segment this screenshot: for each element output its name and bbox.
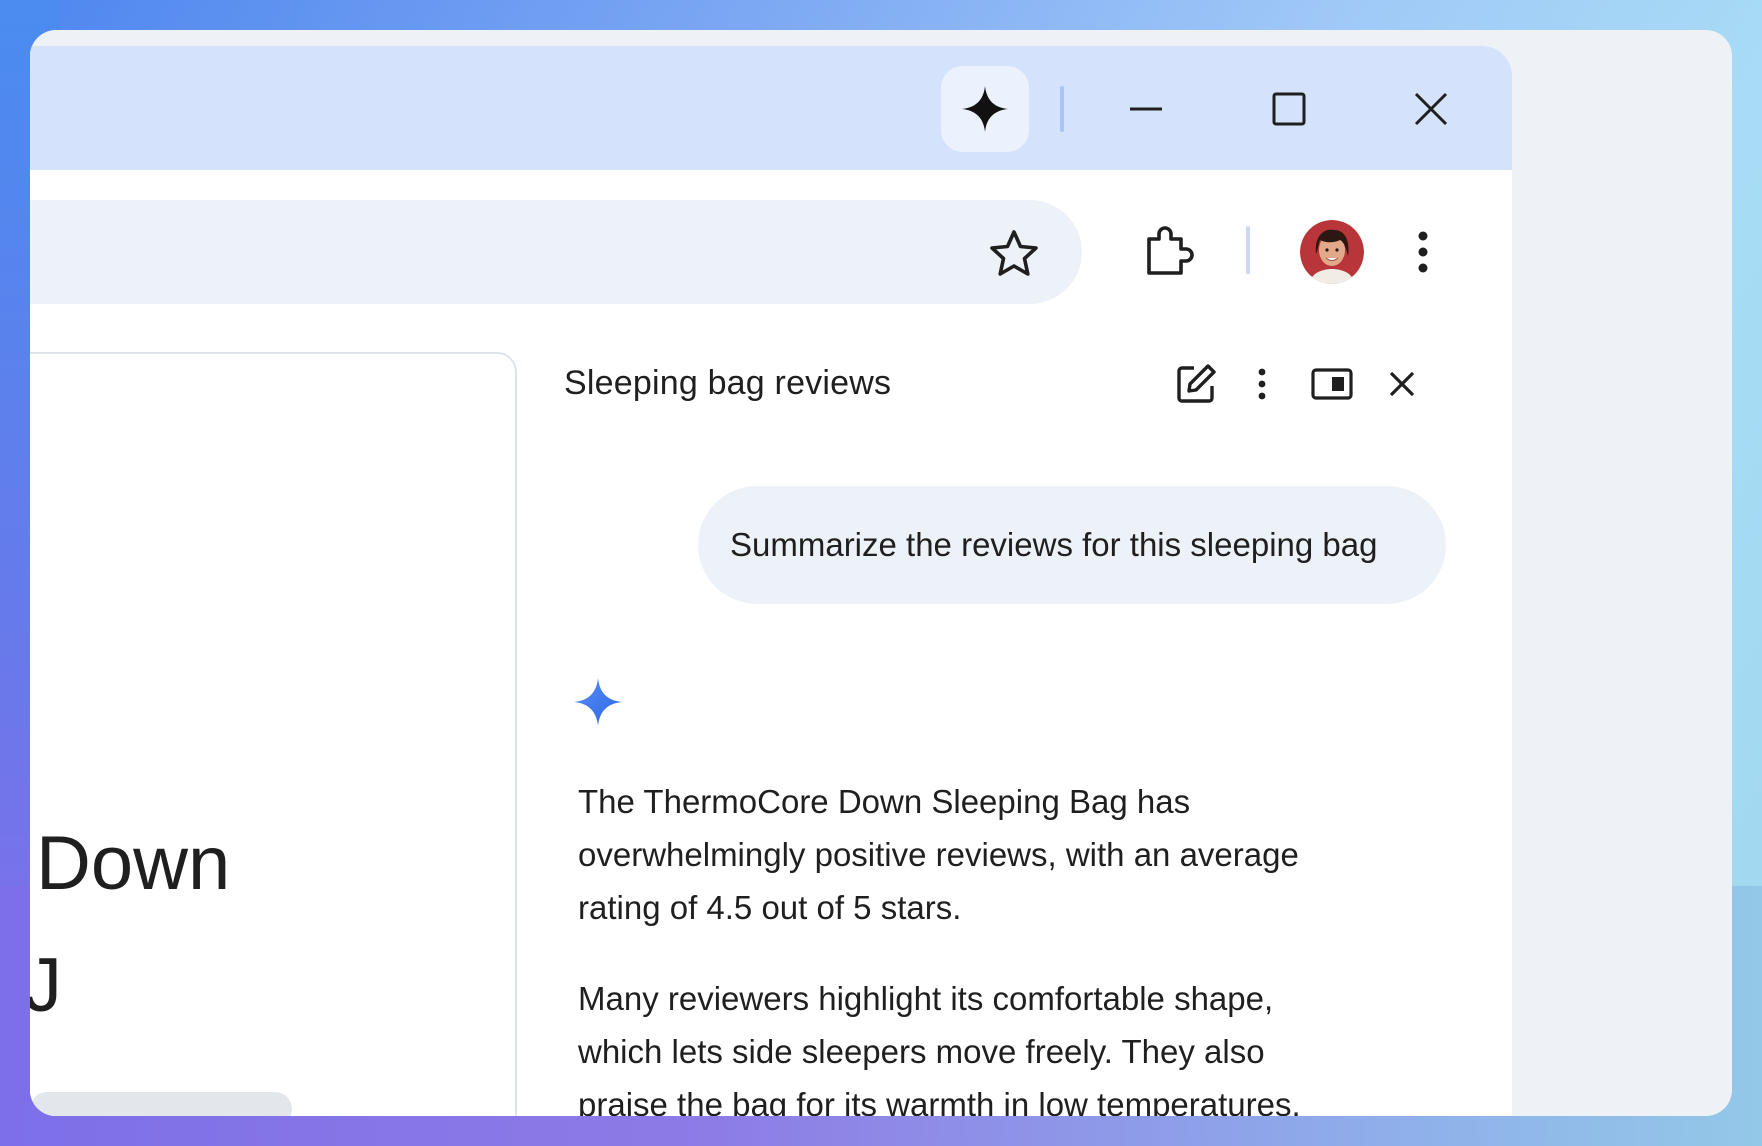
response-paragraph: The ThermoCore Down Sleeping Bag has ove… <box>578 775 1378 934</box>
edit-icon <box>1177 364 1216 403</box>
close-side-panel-button[interactable] <box>1376 358 1428 410</box>
open-in-window-icon <box>1311 368 1353 400</box>
open-in-window-button[interactable] <box>1306 358 1358 410</box>
app-frame: Down J Sleeping bag reviews Summarize th… <box>30 30 1732 1116</box>
user-message-bubble: Summarize the reviews for this sleeping … <box>698 486 1446 604</box>
close-icon <box>1389 371 1415 397</box>
minimize-button[interactable] <box>1119 82 1173 136</box>
response-line: which lets side sleepers move freely. Th… <box>578 1033 1265 1070</box>
avatar[interactable] <box>1300 220 1364 284</box>
toolbar-divider <box>1246 226 1250 274</box>
response-line: rating of 4.5 out of 5 stars. <box>578 889 962 926</box>
maximize-button[interactable] <box>1262 82 1316 136</box>
close-window-button[interactable] <box>1404 82 1458 136</box>
star-icon <box>990 230 1038 276</box>
gemini-button[interactable] <box>941 66 1029 152</box>
close-icon <box>1414 92 1448 126</box>
more-vert-icon <box>1258 368 1266 400</box>
title-bar <box>30 46 1512 170</box>
horizontal-scrollbar[interactable] <box>30 1092 292 1116</box>
response-paragraph: Many reviewers highlight its comfortable… <box>578 972 1378 1116</box>
response-line: praise the bag for its warmth in low tem… <box>578 1086 1301 1116</box>
side-panel-menu-button[interactable] <box>1236 358 1288 410</box>
browser-menu-button[interactable] <box>1408 226 1438 278</box>
side-panel-title: Sleeping bag reviews <box>564 364 892 402</box>
bookmark-button[interactable] <box>986 226 1042 282</box>
minimize-icon <box>1130 107 1162 111</box>
titlebar-divider <box>1060 86 1064 132</box>
new-chat-button[interactable] <box>1170 358 1222 410</box>
user-message-text: Summarize the reviews for this sleeping … <box>730 526 1378 563</box>
response-line: The ThermoCore Down Sleeping Bag has <box>578 783 1191 820</box>
extensions-icon <box>1147 226 1194 275</box>
page-text-fragment: J <box>30 943 62 1028</box>
gemini-sparkle-icon <box>574 678 622 726</box>
gemini-sparkle-icon <box>962 86 1008 132</box>
response-line: Many reviewers highlight its comfortable… <box>578 980 1274 1017</box>
toolbar <box>30 170 1512 314</box>
more-vert-icon <box>1418 231 1428 273</box>
page-heading-fragment: Down <box>36 821 231 906</box>
response-line: overwhelmingly positive reviews, with an… <box>578 836 1299 873</box>
browser-window: Down J Sleeping bag reviews Summarize th… <box>30 46 1512 1116</box>
web-page-content <box>30 352 517 1116</box>
maximize-icon <box>1272 92 1306 126</box>
extensions-button[interactable] <box>1138 220 1200 282</box>
omnibox[interactable] <box>30 200 1082 304</box>
